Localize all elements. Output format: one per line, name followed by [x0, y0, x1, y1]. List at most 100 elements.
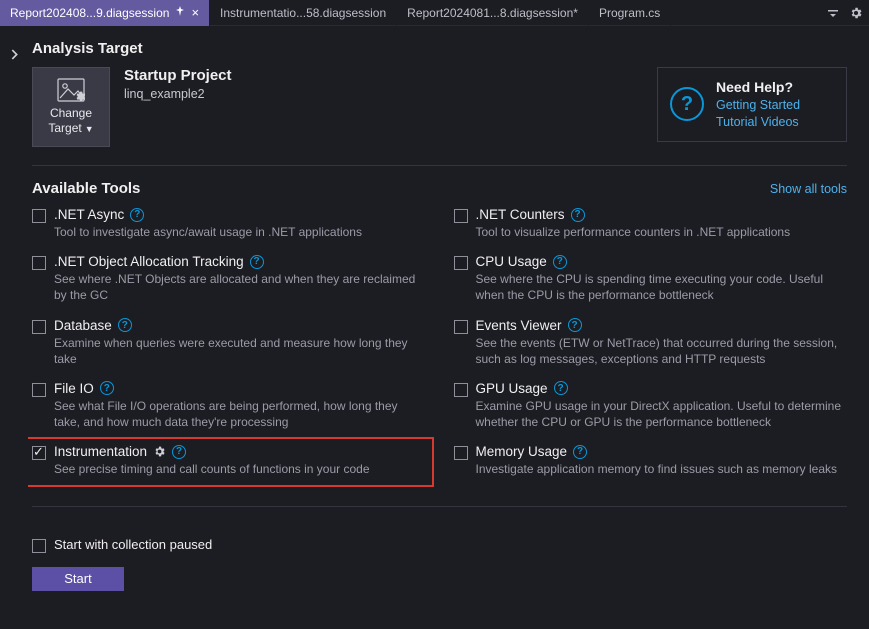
help-box: ? Need Help? Getting Started Tutorial Vi… [657, 67, 847, 142]
tool-body: GPU Usage? Examine GPU usage in your Dire… [476, 381, 848, 430]
tools-grid: .NET Async? Tool to investigate async/awa… [32, 207, 847, 478]
tool-title: File IO [54, 381, 94, 396]
tab[interactable]: Report2024081...8.diagsession* [397, 0, 589, 26]
tool-checkbox[interactable] [32, 256, 46, 270]
tool-gpu-usage: GPU Usage? Examine GPU usage in your Dire… [454, 381, 848, 430]
tool-body: Database? Examine when queries were execu… [54, 318, 426, 367]
tool-title: Database [54, 318, 112, 333]
tool-description: Tool to investigate async/await usage in… [54, 224, 426, 240]
tools-column-left: .NET Async? Tool to investigate async/awa… [32, 207, 426, 478]
info-icon[interactable]: ? [130, 208, 144, 222]
tab-overflow-icon[interactable] [827, 7, 839, 19]
separator [32, 165, 847, 166]
tool-checkbox[interactable] [454, 383, 468, 397]
caret-down-icon: ▼ [85, 124, 94, 134]
tool-description: See the events (ETW or NetTrace) that oc… [476, 335, 848, 367]
tool-database: Database? Examine when queries were execu… [32, 318, 426, 367]
tab[interactable]: Instrumentatio...58.diagsession [210, 0, 397, 26]
info-icon[interactable]: ? [571, 208, 585, 222]
show-all-tools-link[interactable]: Show all tools [770, 182, 847, 196]
tool-file-io: File IO? See what File I/O operations are… [32, 381, 426, 430]
tab-label: Report2024081...8.diagsession* [407, 6, 578, 20]
tool-body: CPU Usage? See where the CPU is spending … [476, 254, 848, 303]
tool-body: .NET Async? Tool to investigate async/awa… [54, 207, 426, 240]
tool-title: Events Viewer [476, 318, 562, 333]
tool-description: Investigate application memory to find i… [476, 461, 848, 477]
help-link-tutorial-videos[interactable]: Tutorial Videos [716, 114, 800, 131]
info-icon[interactable]: ? [100, 381, 114, 395]
tools-column-right: .NET Counters? Tool to visualize performa… [454, 207, 848, 478]
info-icon[interactable]: ? [118, 318, 132, 332]
help-icon: ? [670, 87, 704, 121]
tool-instrumentation: Instrumentation?See precise timing and c… [28, 437, 434, 486]
tab[interactable]: Program.cs [589, 0, 671, 26]
tab-label: Instrumentatio...58.diagsession [220, 6, 386, 20]
gear-icon[interactable] [849, 6, 863, 20]
tool-checkbox[interactable] [32, 383, 46, 397]
change-target-label: Change Target▼ [48, 106, 93, 136]
tool-title: CPU Usage [476, 254, 547, 269]
tool-obj-alloc: .NET Object Allocation Tracking? See wher… [32, 254, 426, 303]
tool-checkbox[interactable] [454, 256, 468, 270]
tool-checkbox[interactable] [454, 320, 468, 334]
analysis-target-title: Analysis Target [32, 40, 847, 57]
tool-title: .NET Object Allocation Tracking [54, 254, 244, 269]
info-icon[interactable]: ? [568, 318, 582, 332]
close-icon[interactable]: × [191, 6, 199, 19]
tool-description: Tool to visualize performance counters i… [476, 224, 848, 240]
target-image-icon [57, 78, 85, 102]
tool-checkbox[interactable] [454, 209, 468, 223]
tool-body: Events Viewer? See the events (ETW or Net… [476, 318, 848, 367]
tool-checkbox[interactable] [454, 446, 468, 460]
tab-label: Report202408...9.diagsession [10, 6, 169, 20]
tool-title: .NET Async [54, 207, 124, 222]
collapse-gutter [0, 26, 28, 629]
tab-label: Program.cs [599, 6, 660, 20]
separator [32, 506, 847, 507]
tool-checkbox[interactable] [32, 209, 46, 223]
info-icon[interactable]: ? [553, 255, 567, 269]
collection-paused-label: Start with collection paused [54, 537, 212, 552]
chevron-right-icon[interactable] [9, 48, 20, 629]
tool-settings-gear-icon[interactable] [153, 445, 166, 458]
tool-body: File IO? See what File I/O operations are… [54, 381, 426, 430]
target-title: Startup Project [124, 67, 232, 84]
available-tools-title: Available Tools [32, 180, 140, 197]
pin-icon[interactable] [175, 6, 185, 19]
collection-paused-row: Start with collection paused [32, 537, 847, 553]
tab-bar: Report202408...9.diagsession × Instrumenta… [0, 0, 869, 26]
info-icon[interactable]: ? [250, 255, 264, 269]
tool-title: .NET Counters [476, 207, 565, 222]
tool-title: Instrumentation [54, 444, 147, 459]
tool-title: Memory Usage [476, 444, 568, 459]
tool-net-counters: .NET Counters? Tool to visualize performa… [454, 207, 848, 240]
info-icon[interactable]: ? [573, 445, 587, 459]
tool-body: Instrumentation?See precise timing and c… [54, 444, 426, 477]
info-icon[interactable]: ? [554, 381, 568, 395]
tool-net-async: .NET Async? Tool to investigate async/awa… [32, 207, 426, 240]
info-icon[interactable]: ? [172, 445, 186, 459]
tool-body: .NET Object Allocation Tracking? See wher… [54, 254, 426, 303]
tool-body: Memory Usage? Investigate application mem… [476, 444, 848, 477]
tool-checkbox[interactable] [32, 320, 46, 334]
help-link-getting-started[interactable]: Getting Started [716, 97, 800, 114]
tool-title: GPU Usage [476, 381, 548, 396]
help-title: Need Help? [716, 78, 800, 97]
tool-description: See where the CPU is spending time execu… [476, 271, 848, 303]
tool-description: See where .NET Objects are allocated and… [54, 271, 426, 303]
tool-description: Examine when queries were executed and m… [54, 335, 426, 367]
tool-events-viewer: Events Viewer? See the events (ETW or Net… [454, 318, 848, 367]
start-button[interactable]: Start [32, 567, 124, 591]
tool-description: See what File I/O operations are being p… [54, 398, 426, 430]
tool-body: .NET Counters? Tool to visualize performa… [476, 207, 848, 240]
collection-paused-checkbox[interactable] [32, 539, 46, 553]
tool-memory-usage: Memory Usage? Investigate application mem… [454, 444, 848, 477]
tab-bar-actions [827, 0, 863, 26]
tool-checkbox[interactable] [32, 446, 46, 460]
tool-description: Examine GPU usage in your DirectX applic… [476, 398, 848, 430]
tool-cpu-usage: CPU Usage? See where the CPU is spending … [454, 254, 848, 303]
change-target-button[interactable]: Change Target▼ [32, 67, 110, 147]
target-info: Startup Project linq_example2 [124, 67, 232, 101]
target-subtitle: linq_example2 [124, 87, 232, 101]
tab[interactable]: Report202408...9.diagsession × [0, 0, 210, 26]
